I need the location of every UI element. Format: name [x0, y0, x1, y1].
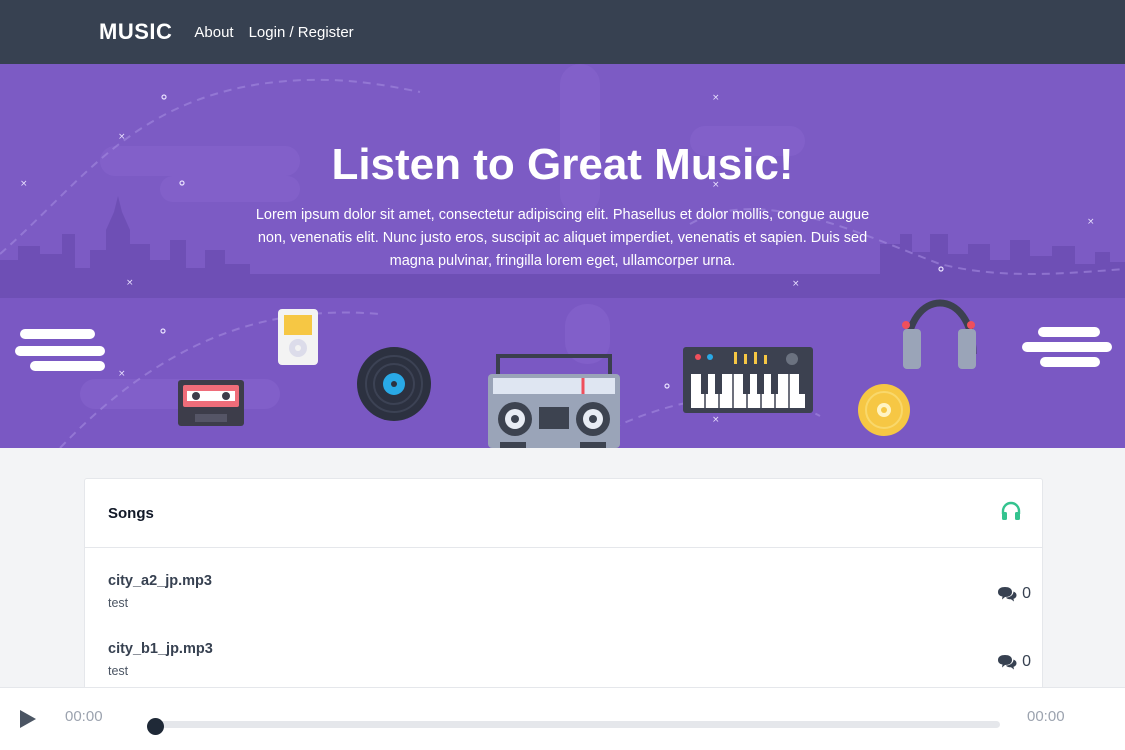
audio-player: 00:00 00:00 [0, 687, 1125, 750]
svg-text:×: × [1087, 217, 1095, 227]
song-subtitle: test [108, 596, 129, 610]
comments-icon [998, 655, 1017, 670]
comments-icon [998, 587, 1017, 602]
svg-text:×: × [792, 279, 800, 289]
hero-description: Lorem ipsum dolor sit amet, consectetur … [255, 207, 870, 269]
hero-title: Listen to Great Music! [331, 140, 794, 189]
song-title[interactable]: city_b1_jp.mp3 [108, 641, 1019, 657]
svg-text:×: × [712, 415, 720, 425]
songs-title: Songs [108, 504, 154, 522]
songs-card-header: Songs [85, 479, 1042, 548]
svg-text:×: × [118, 369, 126, 379]
headphones-icon [1000, 501, 1022, 526]
songs-card: Songs city_a2_jp.mp3 test 0 city_b1_jp.m… [84, 478, 1043, 698]
play-icon[interactable] [18, 709, 38, 734]
comments-count[interactable]: 0 [997, 653, 1031, 671]
progress-track[interactable] [150, 721, 1000, 728]
comments-count-value: 0 [1022, 585, 1031, 602]
svg-text:×: × [126, 278, 134, 288]
total-time: 00:00 [1027, 708, 1065, 725]
progress-thumb[interactable] [147, 718, 164, 735]
hero-banner: × × × × × × × × × Listen to Great Music!… [0, 64, 1125, 448]
comments-count[interactable]: 0 [997, 585, 1031, 603]
nav-about-link[interactable]: About [194, 24, 233, 41]
song-subtitle: test [108, 664, 129, 678]
list-item[interactable]: city_b1_jp.mp3 test 0 [85, 616, 1042, 684]
brand-logo[interactable]: MUSIC [99, 19, 172, 45]
list-item[interactable]: city_a2_jp.mp3 test 0 [85, 548, 1042, 616]
navbar: MUSIC About Login / Register [0, 0, 1125, 64]
song-title[interactable]: city_a2_jp.mp3 [108, 573, 1019, 589]
svg-text:×: × [712, 93, 720, 103]
comments-count-value: 0 [1022, 653, 1031, 670]
nav-login-register-link[interactable]: Login / Register [249, 24, 354, 41]
current-time: 00:00 [65, 708, 103, 725]
